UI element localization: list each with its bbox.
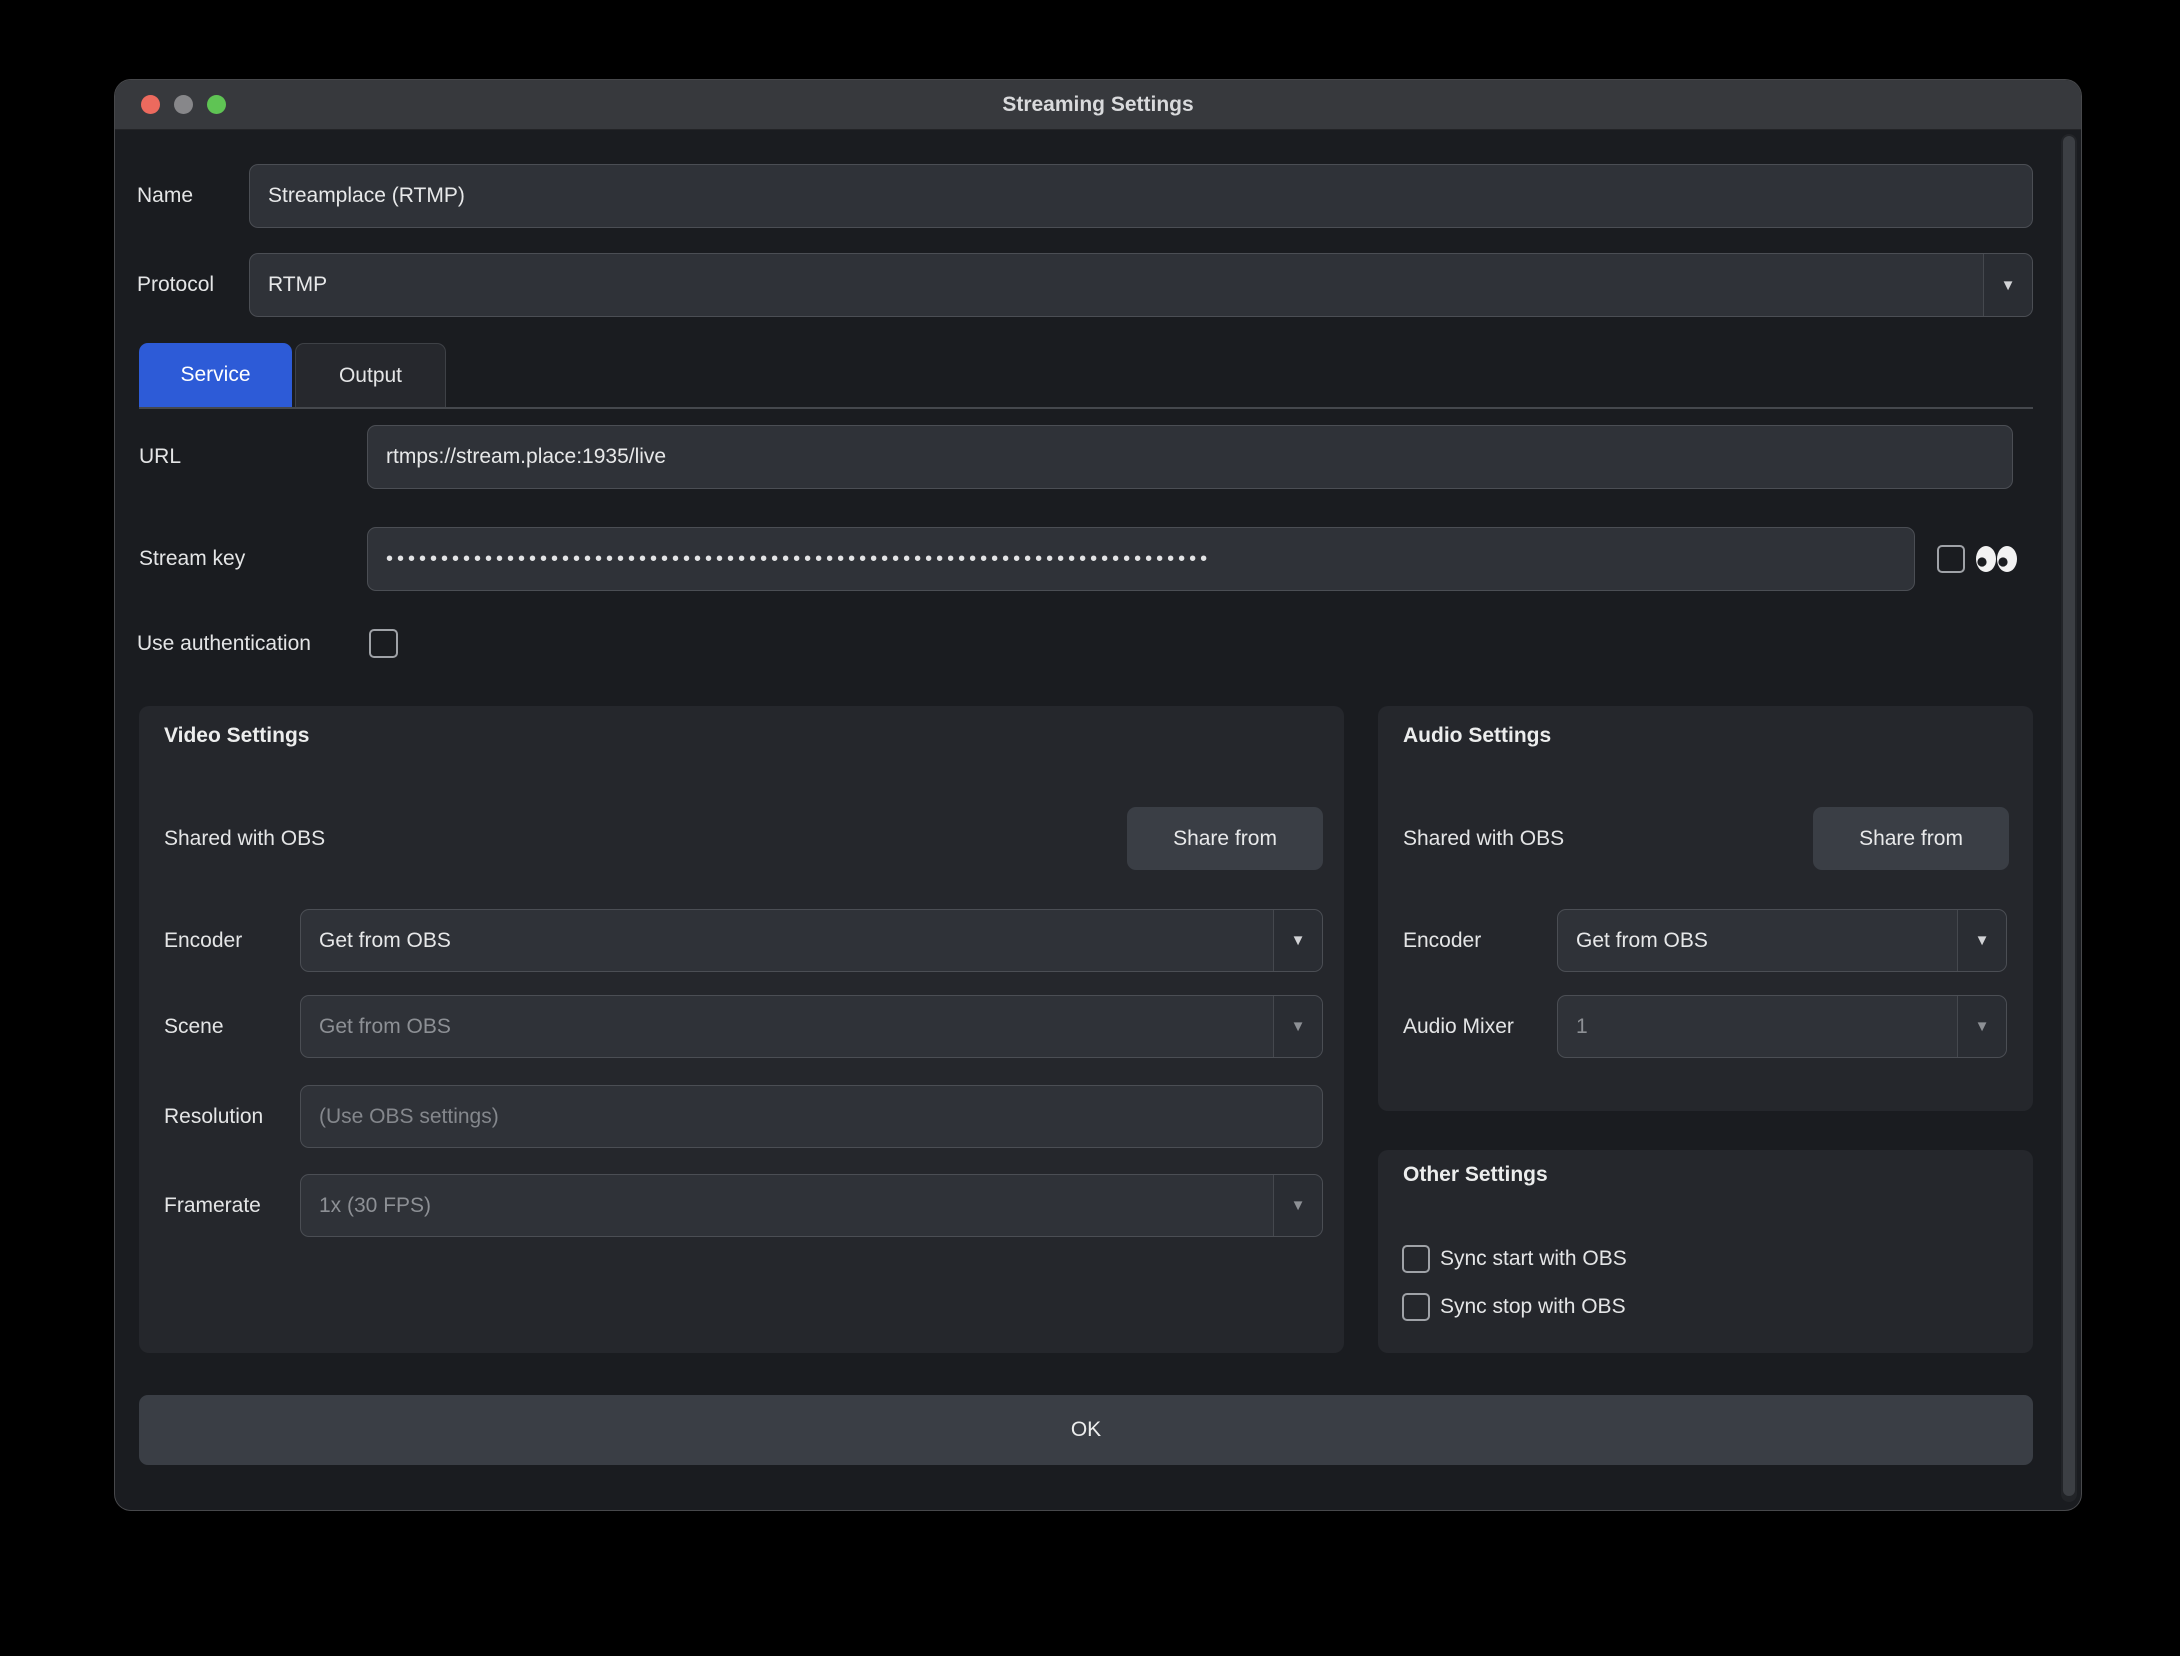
audio-settings-title: Audio Settings bbox=[1403, 724, 1551, 748]
audio-share-from-button[interactable]: Share from bbox=[1813, 807, 2009, 870]
tab-output[interactable]: Output bbox=[295, 343, 446, 407]
chevron-down-icon: ▼ bbox=[1273, 1175, 1322, 1236]
use-authentication-checkbox[interactable] bbox=[369, 629, 398, 658]
video-resolution-input[interactable]: (Use OBS settings) bbox=[300, 1085, 1323, 1148]
audio-encoder-label: Encoder bbox=[1403, 909, 1481, 972]
name-label: Name bbox=[137, 164, 193, 228]
video-share-from-button[interactable]: Share from bbox=[1127, 807, 1323, 870]
name-input[interactable]: Streamplace (RTMP) bbox=[249, 164, 2033, 228]
chevron-down-icon: ▼ bbox=[1273, 910, 1322, 971]
audio-shared-with-obs-label: Shared with OBS bbox=[1403, 807, 1564, 870]
chevron-down-icon: ▼ bbox=[1273, 996, 1322, 1057]
protocol-value: RTMP bbox=[268, 273, 1971, 297]
audio-mixer-select[interactable]: 1 ▼ bbox=[1557, 995, 2007, 1058]
sync-stop-checkbox[interactable] bbox=[1402, 1293, 1430, 1321]
video-encoder-select[interactable]: Get from OBS ▼ bbox=[300, 909, 1323, 972]
titlebar: Streaming Settings bbox=[115, 80, 2081, 130]
url-label: URL bbox=[139, 425, 181, 489]
scrollbar[interactable] bbox=[2061, 134, 2077, 1502]
stream-key-label: Stream key bbox=[139, 527, 245, 591]
video-encoder-value: Get from OBS bbox=[319, 929, 1261, 953]
video-framerate-label: Framerate bbox=[164, 1174, 261, 1237]
window-title: Streaming Settings bbox=[1002, 93, 1193, 117]
video-scene-label: Scene bbox=[164, 995, 224, 1058]
audio-encoder-value: Get from OBS bbox=[1576, 929, 1945, 953]
chevron-down-icon: ▼ bbox=[1957, 910, 2006, 971]
video-resolution-label: Resolution bbox=[164, 1085, 263, 1148]
audio-mixer-value: 1 bbox=[1576, 1015, 1945, 1039]
url-input[interactable]: rtmps://stream.place:1935/live bbox=[367, 425, 2013, 489]
video-encoder-label: Encoder bbox=[164, 909, 242, 972]
other-settings-panel: Other Settings Sync start with OBS Sync … bbox=[1378, 1150, 2033, 1353]
close-button[interactable] bbox=[141, 95, 160, 114]
stream-key-input[interactable]: ••••••••••••••••••••••••••••••••••••••••… bbox=[367, 527, 1915, 591]
video-framerate-value: 1x (30 FPS) bbox=[319, 1194, 1261, 1218]
audio-settings-panel: Audio Settings Shared with OBS Share fro… bbox=[1378, 706, 2033, 1111]
eyes-icon bbox=[1973, 540, 2021, 578]
audio-encoder-select[interactable]: Get from OBS ▼ bbox=[1557, 909, 2007, 972]
other-settings-title: Other Settings bbox=[1403, 1163, 1548, 1187]
protocol-label: Protocol bbox=[137, 253, 214, 317]
ok-button[interactable]: OK bbox=[139, 1395, 2033, 1465]
video-scene-value: Get from OBS bbox=[319, 1015, 1261, 1039]
traffic-lights bbox=[141, 80, 226, 129]
tab-service[interactable]: Service bbox=[139, 343, 292, 407]
video-scene-select[interactable]: Get from OBS ▼ bbox=[300, 995, 1323, 1058]
video-resolution-placeholder: (Use OBS settings) bbox=[319, 1105, 499, 1129]
sync-start-label: Sync start with OBS bbox=[1440, 1245, 1627, 1273]
show-stream-key-checkbox[interactable] bbox=[1937, 545, 1965, 573]
protocol-select[interactable]: RTMP ▼ bbox=[249, 253, 2033, 317]
tab-divider bbox=[139, 407, 2033, 409]
video-settings-panel: Video Settings Shared with OBS Share fro… bbox=[139, 706, 1344, 1353]
audio-mixer-label: Audio Mixer bbox=[1403, 995, 1514, 1058]
streaming-settings-window: Streaming Settings Name Streamplace (RTM… bbox=[115, 80, 2081, 1510]
zoom-button[interactable] bbox=[207, 95, 226, 114]
minimize-button[interactable] bbox=[174, 95, 193, 114]
stream-key-masked-value: ••••••••••••••••••••••••••••••••••••••••… bbox=[386, 548, 1211, 571]
chevron-down-icon: ▼ bbox=[1983, 254, 2032, 316]
sync-stop-label: Sync stop with OBS bbox=[1440, 1293, 1626, 1321]
chevron-down-icon: ▼ bbox=[1957, 996, 2006, 1057]
scrollbar-thumb[interactable] bbox=[2063, 136, 2075, 1496]
video-settings-title: Video Settings bbox=[164, 724, 309, 748]
use-authentication-label: Use authentication bbox=[137, 629, 311, 658]
sync-start-checkbox[interactable] bbox=[1402, 1245, 1430, 1273]
video-shared-with-obs-label: Shared with OBS bbox=[164, 807, 325, 870]
video-framerate-select[interactable]: 1x (30 FPS) ▼ bbox=[300, 1174, 1323, 1237]
